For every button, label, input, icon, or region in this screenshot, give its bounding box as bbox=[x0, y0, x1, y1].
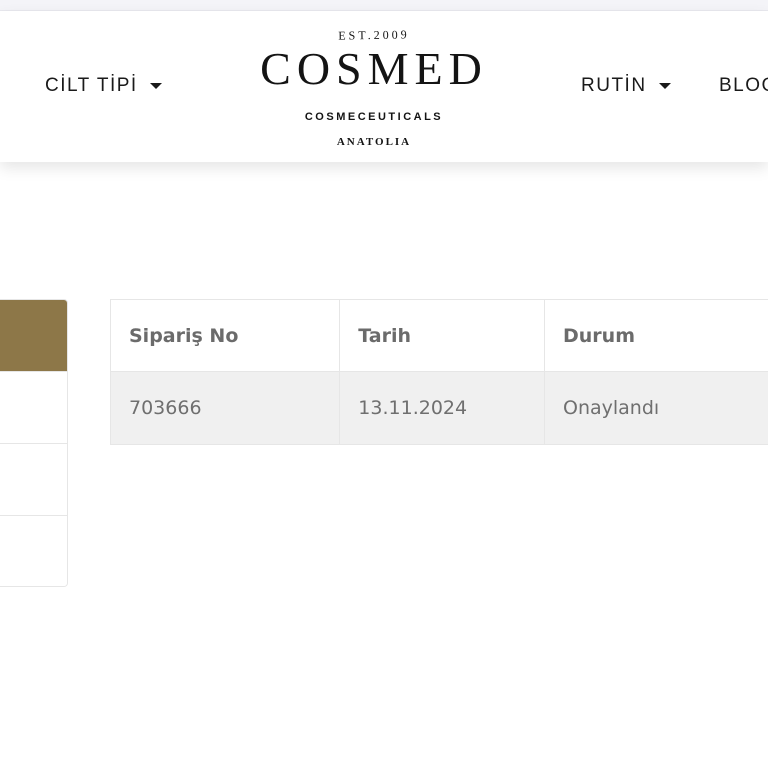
order-date-cell: 13.11.2024 bbox=[339, 371, 545, 445]
table-row[interactable]: 703666 13.11.2024 Onaylandı bbox=[109, 371, 768, 445]
account-side-menu bbox=[0, 299, 68, 587]
nav-blog-label: BLOG bbox=[719, 75, 768, 96]
nav-rutin-label: RUTİN bbox=[581, 75, 647, 96]
nav-rutin[interactable]: RUTİN bbox=[581, 75, 671, 97]
logo-brand: COSMED bbox=[260, 43, 488, 94]
column-header-date: Tarih bbox=[339, 299, 545, 372]
order-status-cell: Onaylandı bbox=[544, 371, 768, 445]
order-number-cell[interactable]: 703666 bbox=[109, 371, 340, 445]
chevron-down-icon bbox=[149, 83, 162, 89]
table-header-row: Sipariş No Tarih Durum bbox=[109, 299, 768, 372]
browser-top-strip bbox=[0, 0, 768, 11]
nav-blog[interactable]: BLOG bbox=[719, 75, 768, 97]
nav-cilt-tipi[interactable]: CİLT TİPİ bbox=[45, 75, 162, 97]
column-header-status: Durum bbox=[544, 299, 768, 372]
side-menu-item[interactable] bbox=[0, 516, 67, 586]
nav-cilt-tipi-label: CİLT TİPİ bbox=[45, 75, 138, 96]
side-menu-item[interactable] bbox=[0, 372, 67, 444]
side-menu-item[interactable] bbox=[0, 444, 67, 516]
logo-tagline: COSMECEUTICALS bbox=[304, 111, 444, 123]
side-menu-item-active[interactable] bbox=[0, 300, 67, 372]
brand-logo[interactable]: EST.2009 COSMED COSMECEUTICALS ANATOLIA bbox=[254, 24, 494, 154]
column-header-order-no: Sipariş No bbox=[109, 299, 340, 372]
site-header: CİLT TİPİ EST.2009 COSMED COSMECEUTICALS… bbox=[0, 11, 768, 162]
logo-region: ANATOLIA bbox=[336, 136, 412, 148]
orders-table: Sipariş No Tarih Durum 703666 13.11.2024… bbox=[109, 299, 768, 445]
chevron-down-icon bbox=[658, 83, 671, 89]
